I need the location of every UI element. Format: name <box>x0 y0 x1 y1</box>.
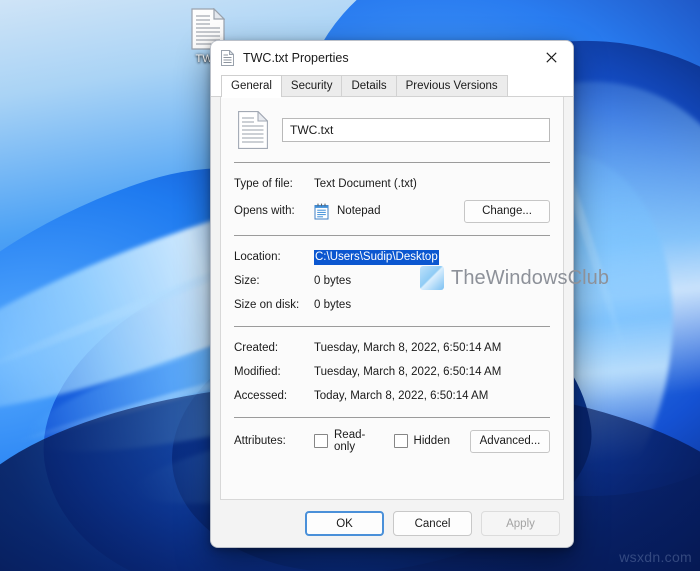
general-tab-panel: Type of file: Text Document (.txt) Opens… <box>220 97 564 500</box>
file-type-block: Type of file: Text Document (.txt) Opens… <box>234 163 550 235</box>
modified-row: Modified: Tuesday, March 8, 2022, 6:50:1… <box>234 360 550 384</box>
title-document-icon <box>221 48 235 66</box>
timestamps-block: Created: Tuesday, March 8, 2022, 6:50:14… <box>234 327 550 417</box>
notepad-icon <box>314 203 329 220</box>
read-only-checkbox-group[interactable]: Read-only <box>314 429 374 453</box>
location-size-block: Location: C:\Users\Sudip\Desktop Size: 0… <box>234 236 550 326</box>
file-name-input[interactable] <box>282 118 550 142</box>
type-of-file-row: Type of file: Text Document (.txt) <box>234 172 550 196</box>
opens-with-app-name: Notepad <box>337 205 381 217</box>
accessed-label: Accessed: <box>234 390 288 402</box>
size-on-disk-value: 0 bytes <box>314 299 352 311</box>
accessed-value: Today, March 8, 2022, 6:50:14 AM <box>314 390 489 402</box>
size-label: Size: <box>234 275 260 287</box>
location-label: Location: <box>234 251 281 263</box>
apply-button: Apply <box>481 511 560 536</box>
attributes-row: Attributes: Read-only Hidden Advanced... <box>234 418 550 465</box>
read-only-checkbox[interactable] <box>314 434 328 448</box>
location-row: Location: C:\Users\Sudip\Desktop <box>234 245 550 269</box>
hidden-checkbox[interactable] <box>393 434 408 448</box>
close-window-button[interactable] <box>529 41 573 74</box>
modified-value: Tuesday, March 8, 2022, 6:50:14 AM <box>314 366 502 378</box>
file-type-document-icon <box>238 110 269 149</box>
tab-previous-versions[interactable]: Previous Versions <box>395 75 508 97</box>
type-of-file-label: Type of file: <box>234 178 293 190</box>
dialog-footer: OK Cancel Apply <box>211 500 573 547</box>
size-value: 0 bytes <box>314 275 352 287</box>
opens-with-value-group: Notepad <box>314 203 464 220</box>
created-row: Created: Tuesday, March 8, 2022, 6:50:14… <box>234 336 550 360</box>
advanced-attributes-button[interactable]: Advanced... <box>470 429 550 453</box>
size-on-disk-row: Size on disk: 0 bytes <box>234 293 550 317</box>
type-of-file-value: Text Document (.txt) <box>314 178 417 190</box>
created-value: Tuesday, March 8, 2022, 6:50:14 AM <box>314 342 502 354</box>
size-row: Size: 0 bytes <box>234 269 550 293</box>
cancel-button[interactable]: Cancel <box>393 511 472 536</box>
attributes-label: Attributes: <box>234 435 286 447</box>
dialog-title: TWC.txt Properties <box>243 50 349 65</box>
file-properties-dialog: TWC.txt Properties General Security Deta… <box>210 40 574 548</box>
opens-with-row: Opens with: Notepad Change... <box>234 196 550 226</box>
close-icon <box>545 52 557 63</box>
created-label: Created: <box>234 342 279 354</box>
hidden-label: Hidden <box>413 435 450 447</box>
file-name-row <box>234 97 550 162</box>
ok-button[interactable]: OK <box>305 511 384 536</box>
accessed-row: Accessed: Today, March 8, 2022, 6:50:14 … <box>234 384 550 408</box>
read-only-label: Read-only <box>334 429 366 453</box>
change-default-app-button[interactable]: Change... <box>464 199 550 223</box>
tab-details[interactable]: Details <box>341 75 397 97</box>
size-on-disk-label: Size on disk: <box>234 299 300 311</box>
dialog-title-bar: TWC.txt Properties <box>211 41 573 74</box>
tab-general[interactable]: General <box>221 75 282 98</box>
location-value[interactable]: C:\Users\Sudip\Desktop <box>314 250 439 265</box>
tab-strip: General Security Details Previous Versio… <box>211 74 573 98</box>
hidden-checkbox-group[interactable]: Hidden <box>393 434 450 448</box>
modified-label: Modified: <box>234 366 281 378</box>
tab-security[interactable]: Security <box>280 75 343 97</box>
opens-with-label: Opens with: <box>234 205 295 217</box>
